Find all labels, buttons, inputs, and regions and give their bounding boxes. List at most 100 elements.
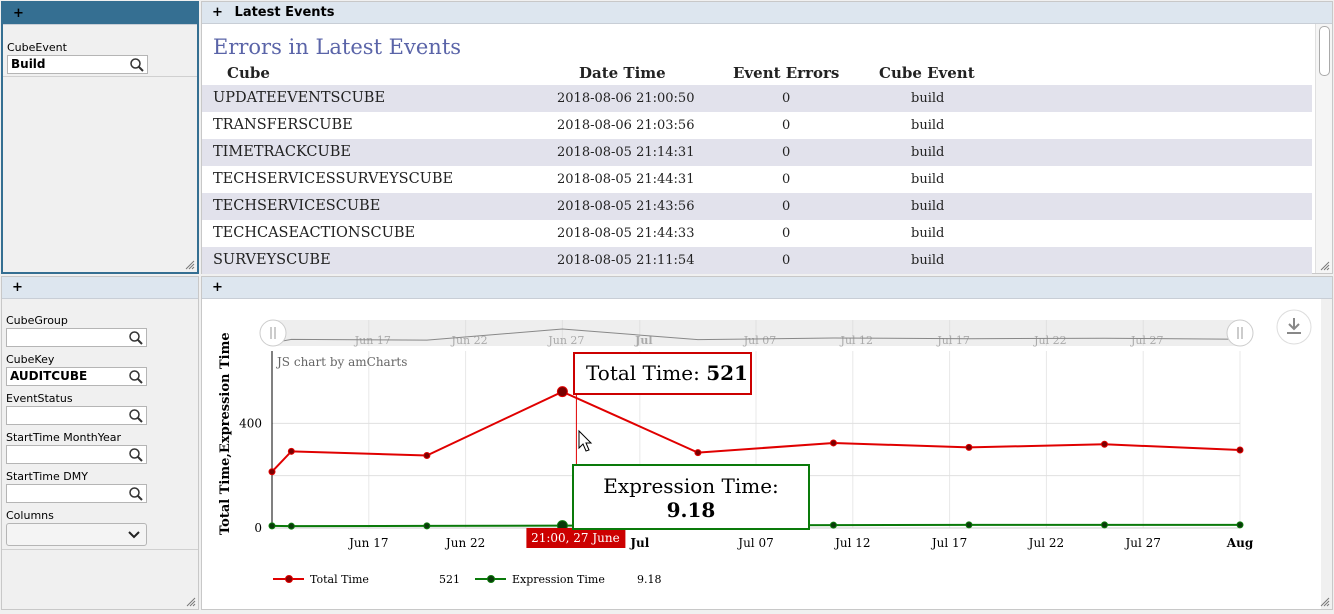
start-time-dmy-input[interactable] — [6, 484, 147, 503]
search-icon[interactable] — [128, 369, 144, 385]
column-header-cube[interactable]: Cube — [227, 64, 270, 82]
columns-select[interactable] — [6, 523, 147, 546]
search-icon[interactable] — [129, 57, 145, 73]
cell-cube: TECHSERVICESCUBE — [213, 198, 381, 214]
column-header-date-time[interactable]: Date Time — [579, 64, 666, 82]
plus-icon[interactable]: + — [212, 277, 226, 299]
svg-text:Total Time: 521: Total Time: 521 — [586, 361, 748, 385]
data-point[interactable] — [965, 521, 973, 529]
column-header-cube-event[interactable]: Cube Event — [879, 64, 975, 82]
cell-cube-event: build — [911, 172, 945, 187]
data-point[interactable] — [829, 521, 837, 529]
download-icon[interactable] — [1276, 309, 1312, 345]
data-point[interactable] — [1100, 440, 1108, 448]
chart-credit[interactable]: JS chart by amCharts — [275, 355, 407, 369]
column-header-event-errors[interactable]: Event Errors — [733, 64, 839, 82]
pane-header[interactable]: + — [3, 3, 197, 25]
data-point[interactable] — [1100, 521, 1108, 529]
table-title: Errors in Latest Events — [213, 35, 462, 59]
cell-event-errors: 0 — [782, 118, 791, 133]
chevron-down-icon — [128, 531, 140, 539]
cell-cube-event: build — [911, 253, 945, 268]
tooltip-expression-value: 9.18 — [667, 498, 716, 522]
cell-date-time: 2018-08-06 21:00:50 — [557, 91, 695, 106]
scrollbar-tick-label: Jun 27 — [547, 334, 584, 347]
table-row[interactable]: UPDATEEVENTSCUBE 2018-08-06 21:00:50 0 b… — [202, 85, 1312, 112]
filter-label-cube-group: CubeGroup — [6, 314, 68, 327]
pane-header[interactable]: + — [2, 277, 198, 299]
resize-handle-icon[interactable] — [1320, 261, 1330, 271]
cell-date-time: 2018-08-05 21:14:31 — [557, 145, 695, 160]
x-tick-label: Jun 17 — [347, 536, 388, 550]
cube-event-input[interactable]: Build — [7, 55, 148, 74]
cube-filters-pane: + CubeGroup CubeKey AUDITCUBE EventStatu… — [1, 276, 199, 610]
plus-icon[interactable]: + — [13, 3, 27, 25]
data-point[interactable] — [556, 386, 568, 398]
cube-key-input[interactable]: AUDITCUBE — [6, 367, 147, 386]
data-point[interactable] — [423, 452, 431, 460]
data-point[interactable] — [829, 439, 837, 447]
cell-date-time: 2018-08-05 21:44:31 — [557, 172, 695, 187]
cell-date-time: 2018-08-05 21:44:33 — [557, 226, 695, 241]
search-icon[interactable] — [128, 408, 144, 424]
table-row[interactable]: SURVEYSCUBE 2018-08-05 21:11:54 0 build — [202, 247, 1312, 274]
data-point[interactable] — [287, 522, 295, 530]
x-tick-label: Jul 07 — [736, 536, 773, 550]
table-row[interactable]: TECHCASEACTIONSCUBE 2018-08-05 21:44:33 … — [202, 220, 1312, 247]
data-point[interactable] — [1236, 446, 1244, 454]
plus-icon[interactable]: + — [12, 277, 26, 299]
cell-cube: SURVEYSCUBE — [213, 252, 331, 268]
events-table-area: Errors in Latest Events Cube Date Time E… — [202, 24, 1332, 274]
cell-event-errors: 0 — [782, 199, 791, 214]
legend-label: Total Time — [310, 573, 369, 586]
legend-item-expression-time[interactable]: Expression Time 9.18 — [475, 573, 662, 586]
data-point[interactable] — [268, 468, 276, 476]
divider — [3, 76, 197, 77]
data-point[interactable] — [423, 522, 431, 530]
table-row[interactable]: TRANSFERSCUBE 2018-08-06 21:03:56 0 buil… — [202, 112, 1312, 139]
search-icon[interactable] — [128, 486, 144, 502]
x-tick-label: Jul 27 — [1123, 536, 1160, 550]
cube-event-value: Build — [11, 57, 46, 71]
cell-date-time: 2018-08-06 21:03:56 — [557, 118, 695, 133]
line-chart[interactable]: Jun 17 Jun 22 Jun 27 Jul Jul 07 Jul 12 Jul 17 J… — [202, 299, 1321, 609]
scrollbar-right-grip[interactable] — [1226, 319, 1254, 347]
data-point[interactable] — [694, 449, 702, 457]
cell-event-errors: 0 — [782, 253, 791, 268]
start-time-month-year-input[interactable] — [6, 445, 147, 464]
legend-value: 521 — [439, 573, 460, 586]
x-tick-label: Jul 12 — [833, 536, 870, 550]
cell-cube: TIMETRACKCUBE — [213, 144, 351, 160]
table-row[interactable]: TIMETRACKCUBE 2018-08-05 21:14:31 0 buil… — [202, 139, 1312, 166]
data-point[interactable] — [268, 522, 276, 530]
data-point[interactable] — [287, 447, 295, 455]
pane-header[interactable]: + — [202, 277, 1332, 299]
cell-cube-event: build — [911, 145, 945, 160]
plus-icon[interactable]: + — [212, 2, 226, 24]
table-row[interactable]: TECHSERVICESCUBE 2018-08-05 21:43:56 0 b… — [202, 193, 1312, 220]
data-point[interactable] — [1236, 521, 1244, 529]
event-status-input[interactable] — [6, 406, 147, 425]
y-tick-label: 400 — [239, 416, 262, 430]
search-icon[interactable] — [128, 330, 144, 346]
search-icon[interactable] — [128, 447, 144, 463]
pane-header[interactable]: + Latest Events — [202, 2, 1332, 24]
scrollbar-left-grip[interactable] — [259, 319, 287, 347]
vertical-scrollbar[interactable] — [1315, 24, 1332, 273]
tooltip-total-label: Total Time: — [586, 361, 700, 385]
data-point[interactable] — [965, 443, 973, 451]
cube-group-input[interactable] — [6, 328, 147, 347]
resize-handle-icon[interactable] — [185, 260, 195, 270]
resize-handle-icon[interactable] — [1320, 597, 1330, 607]
tooltip-total-time: Total Time: 521 — [573, 352, 752, 395]
table-row[interactable]: TECHSERVICESSURVEYSCUBE 2018-08-05 21:44… — [202, 166, 1312, 193]
cell-cube-event: build — [911, 226, 945, 241]
cell-event-errors: 0 — [782, 145, 791, 160]
legend-item-total-time[interactable]: Total Time 521 — [273, 573, 460, 586]
scrollbar-thumb[interactable] — [1319, 26, 1330, 76]
resize-handle-icon[interactable] — [186, 597, 196, 607]
legend-value: 9.18 — [637, 573, 662, 586]
x-tick-label: Jul — [629, 536, 649, 550]
cell-cube: TECHCASEACTIONSCUBE — [213, 225, 416, 241]
cell-cube-event: build — [911, 91, 945, 106]
